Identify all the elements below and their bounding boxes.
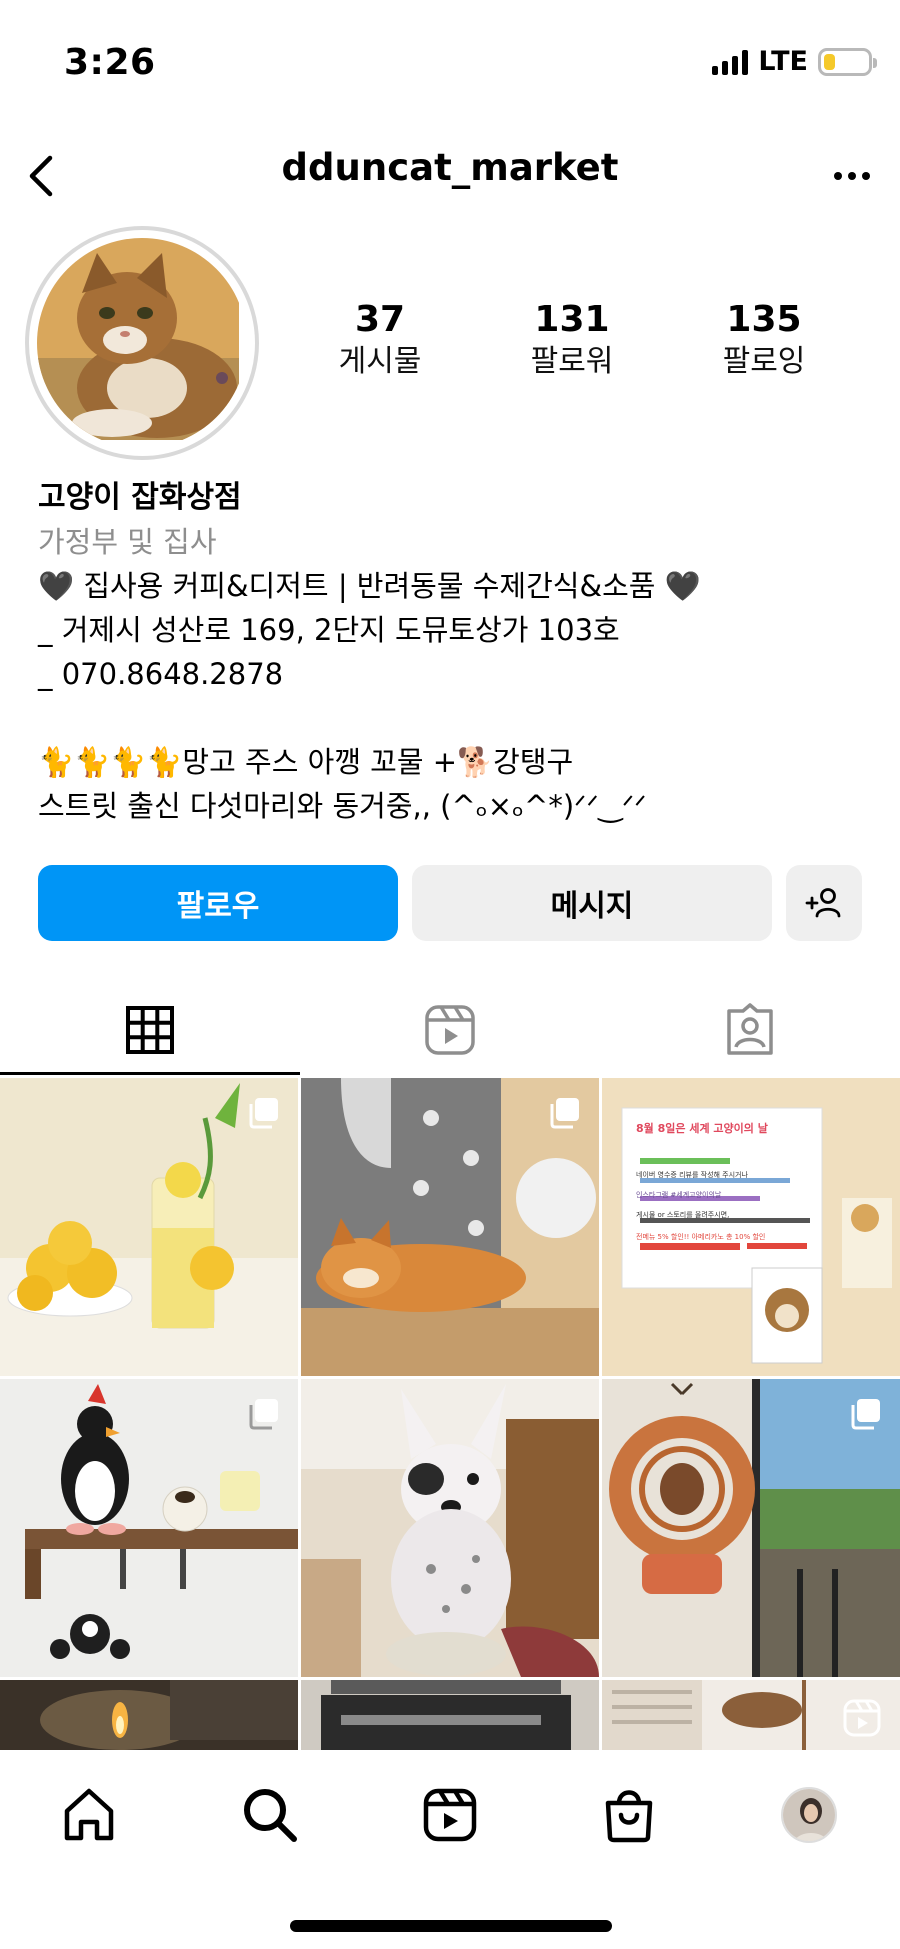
grid-icon: [126, 1006, 174, 1054]
nav-search[interactable]: [235, 1780, 305, 1850]
notice-line: 인스타그램 #세계고양이의날: [636, 1191, 722, 1199]
grid-post[interactable]: [602, 1379, 900, 1677]
bio-phone: _ 070.8648.2878: [38, 657, 284, 691]
stat-following-count: 135: [726, 299, 802, 340]
grid-post[interactable]: [301, 1379, 599, 1677]
stat-posts-label: 게시물: [338, 344, 422, 379]
profile-header: dduncat_market: [0, 120, 900, 230]
grid-post[interactable]: [301, 1680, 599, 1750]
post-image: [0, 1680, 298, 1750]
profile-avatar-ring[interactable]: [25, 226, 259, 460]
notice-heading: 8월 8일은 세계 고양이의 날: [636, 1122, 768, 1135]
add-user-button[interactable]: [786, 865, 862, 941]
tab-reels[interactable]: [300, 985, 600, 1075]
profile-display-name: 고양이 잡화상점: [38, 480, 242, 515]
stat-following-label: 팔로잉: [722, 344, 806, 379]
bio-line: 🐈🐈🐈🐈망고 주스 아깽 꼬물 +🐕강탱구: [38, 745, 574, 779]
bio-address: _ 거제시 성산로 169, 2단지 도뮤토상가 103호: [38, 613, 620, 647]
profile-tabs: [0, 985, 900, 1075]
notice-line: 게시물 or 스토리를 올려주시면,: [636, 1211, 730, 1219]
multi-photo-icon: [249, 1399, 278, 1430]
profile-bio: 고양이 잡화상점 가정부 및 집사 🖤 집사용 커피&디저트 | 반려동물 수제…: [38, 476, 878, 828]
tab-tagged[interactable]: [600, 985, 900, 1075]
home-icon: [64, 1788, 114, 1841]
home-indicator[interactable]: [290, 1920, 612, 1932]
notice-line: 네이버 영수증 리뷰를 작성해 주시거나: [636, 1171, 748, 1179]
reels-icon: [425, 1005, 475, 1055]
stat-followers-label: 팔로워: [530, 344, 614, 379]
profile-stats: 37 게시물 131 팔로워 135 팔로잉: [320, 298, 900, 388]
shop-bag-icon: [605, 1790, 653, 1843]
search-icon: [244, 1789, 297, 1842]
active-tab-indicator: [0, 1072, 300, 1075]
battery-level: [824, 53, 835, 70]
multi-photo-icon: [550, 1098, 579, 1129]
profile-username: dduncat_market: [281, 146, 619, 189]
add-user-icon: [805, 888, 841, 918]
profile-actions: 팔로우 메시지: [38, 865, 862, 941]
stat-posts-count: 37: [354, 299, 406, 340]
notice-card: 8월 8일은 세계 고양이의 날 네이버 영수증 리뷰를 작성해 주시거나 인스…: [636, 1120, 816, 1242]
message-button[interactable]: 메시지: [412, 865, 772, 941]
grid-post[interactable]: [301, 1078, 599, 1376]
nav-profile[interactable]: [774, 1780, 844, 1850]
nav-home[interactable]: [54, 1780, 124, 1850]
stat-posts[interactable]: 37 게시물: [305, 298, 455, 382]
grid-post[interactable]: [0, 1680, 298, 1750]
ellipsis-icon[interactable]: [824, 148, 880, 204]
battery-icon: [818, 47, 877, 76]
status-indicators: LTE: [712, 46, 877, 77]
posts-grid: 8월 8일은 세계 고양이의 날 네이버 영수증 리뷰를 작성해 주시거나 인스…: [0, 1078, 900, 1750]
post-image: [301, 1379, 599, 1677]
post-image: [301, 1680, 599, 1750]
signal-icon: [712, 49, 749, 75]
multi-photo-icon: [851, 1399, 880, 1430]
bio-spacer: [38, 696, 878, 740]
grid-post[interactable]: [0, 1379, 298, 1677]
reels-icon: [843, 1699, 881, 1737]
reels-icon: [423, 1788, 477, 1842]
grid-post[interactable]: [602, 1680, 900, 1750]
status-bar: 3:26 LTE: [0, 0, 900, 120]
grid-post[interactable]: 8월 8일은 세계 고양이의 날 네이버 영수증 리뷰를 작성해 주시거나 인스…: [602, 1078, 900, 1376]
avatar: [37, 238, 247, 448]
multi-photo-icon: [249, 1098, 278, 1129]
profile-avatar: [781, 1787, 837, 1843]
bio-line: 🖤 집사용 커피&디저트 | 반려동물 수제간식&소품 🖤: [38, 569, 701, 603]
grid-post[interactable]: [0, 1078, 298, 1376]
notice-line: 전메뉴 5% 할인!! 아메리카노 총 10% 할인: [636, 1233, 766, 1241]
nav-shop[interactable]: [594, 1780, 664, 1850]
network-label: LTE: [758, 46, 808, 77]
follow-button[interactable]: 팔로우: [38, 865, 398, 941]
stat-followers-count: 131: [534, 299, 610, 340]
stat-followers[interactable]: 131 팔로워: [497, 298, 647, 382]
status-time: 3:26: [64, 42, 156, 83]
bio-line: 스트릿 출신 다섯마리와 동거중,, (^ₒ×ₒ^*)ᐟᐟ‿ᐟᐟ: [38, 789, 647, 823]
bottom-navigation: [0, 1750, 900, 1949]
stat-following[interactable]: 135 팔로잉: [689, 298, 839, 382]
tab-posts-grid[interactable]: [0, 985, 300, 1075]
tagged-icon: [727, 1003, 773, 1055]
nav-reels[interactable]: [415, 1780, 485, 1850]
profile-category: 가정부 및 집사: [38, 525, 217, 559]
